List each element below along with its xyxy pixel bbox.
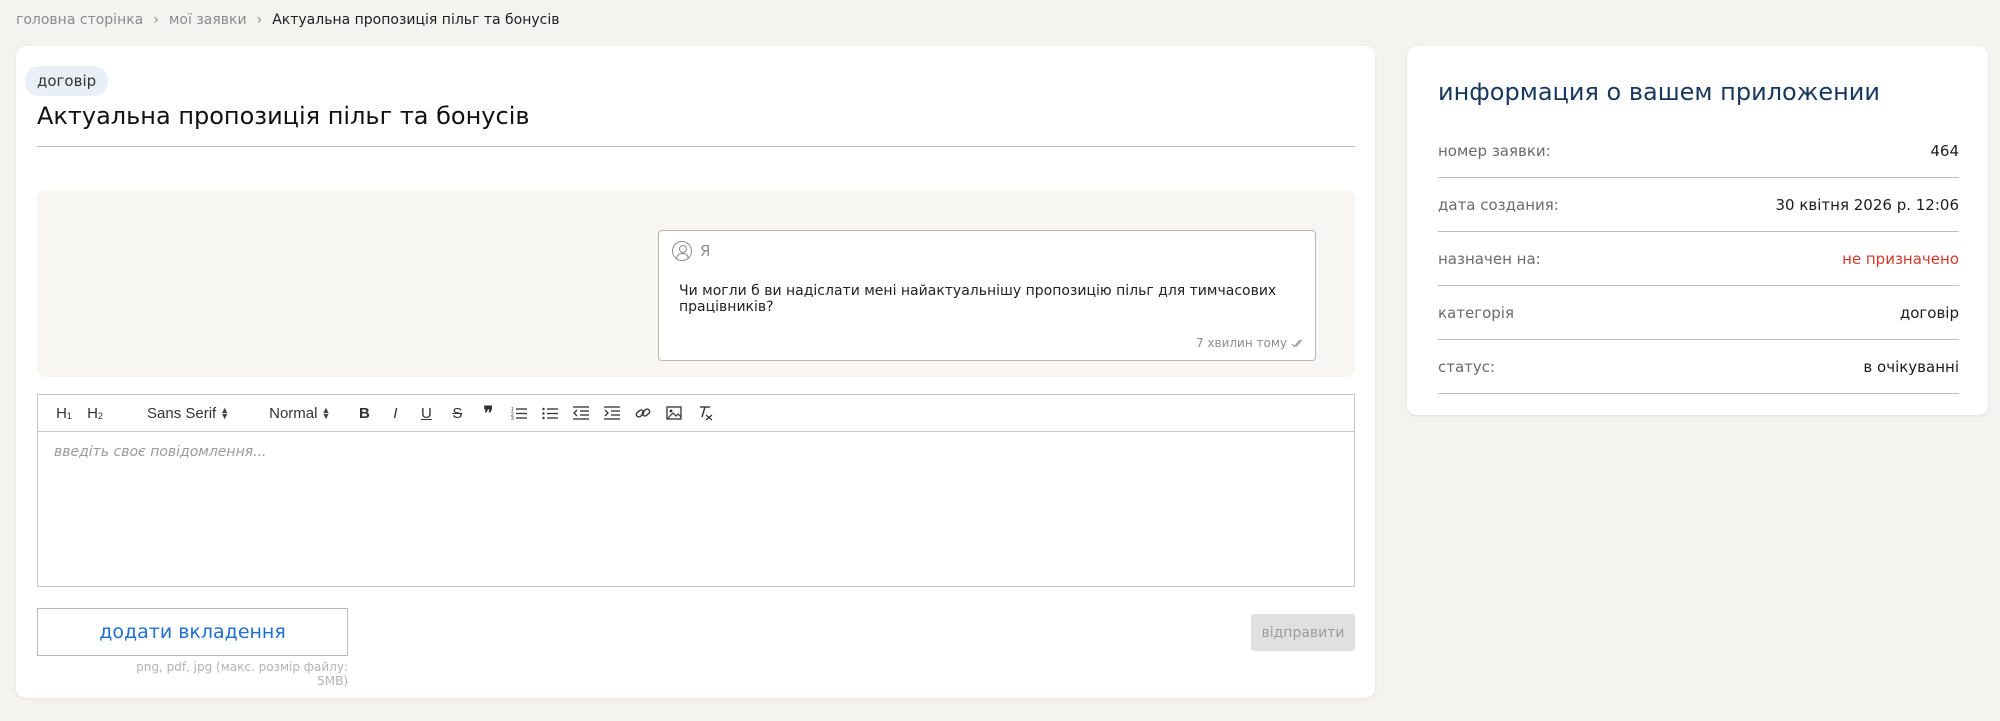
strikethrough-label: S — [452, 404, 463, 422]
outdent-icon — [573, 406, 590, 420]
underline-button[interactable]: U — [414, 401, 438, 425]
italic-label: I — [393, 404, 398, 422]
info-title: информация о вашем приложении — [1438, 78, 1880, 106]
message-text: Чи могли б ви надіслати мені найактуальн… — [679, 283, 1277, 315]
heading-1-sub: 1 — [66, 411, 72, 421]
message-thread: Я Чи могли б ви надіслати мені найактуал… — [37, 190, 1355, 377]
outdent-button[interactable] — [569, 401, 593, 425]
heading-1-label: H — [56, 404, 67, 422]
info-label: категорія — [1438, 303, 1514, 322]
message-author: Я — [700, 242, 711, 260]
message-time-label: 7 хвилин тому — [1195, 336, 1287, 350]
message-bubble: Я Чи могли б ви надіслати мені найактуал… — [658, 230, 1316, 361]
editor-toolbar: H1 H2 Sans Serif ▲ ▼ Normal ▲ ▼ B I U S ❞ … — [38, 395, 1354, 432]
info-value: в очікуванні — [1863, 357, 1959, 376]
info-row-number: номер заявки: 464 — [1438, 124, 1959, 178]
ordered-list-button[interactable]: 123 — [507, 401, 531, 425]
font-size-value: Normal — [269, 404, 318, 422]
info-row-assignee: назначен на: не призначено — [1438, 232, 1959, 286]
bullet-list-icon — [542, 407, 559, 420]
breadcrumb-home-link[interactable]: головна сторінка — [16, 12, 143, 28]
user-icon — [672, 241, 692, 261]
message-editor: H1 H2 Sans Serif ▲ ▼ Normal ▲ ▼ B I U S ❞ … — [37, 394, 1355, 587]
select-arrows-icon: ▲ ▼ — [220, 405, 230, 421]
image-icon — [666, 406, 683, 420]
info-label: назначен на: — [1438, 249, 1541, 268]
ordered-list-icon: 123 — [511, 407, 528, 420]
info-label: статус: — [1438, 357, 1496, 376]
heading-1-button[interactable]: H1 — [52, 401, 76, 425]
italic-button[interactable]: I — [383, 401, 407, 425]
breadcrumb-current: Актуальна пропозиція пільг та бонусів — [272, 12, 560, 28]
clear-format-icon — [700, 406, 713, 421]
heading-2-sub: 2 — [97, 411, 103, 421]
indent-button[interactable] — [600, 401, 624, 425]
info-value: 30 квітня 2026 р. 12:06 — [1775, 195, 1960, 214]
info-list: номер заявки: 464 дата создания: 30 квіт… — [1438, 124, 1959, 394]
blockquote-button[interactable]: ❞ — [476, 401, 500, 425]
category-tag: договір — [25, 66, 109, 96]
breadcrumb-my-requests-link[interactable]: мої заявки — [169, 12, 247, 28]
bold-label: B — [358, 404, 370, 422]
message-header: Я — [672, 241, 710, 261]
blockquote-icon: ❞ — [483, 402, 494, 423]
ticket-title: Актуальна пропозиція пільг та бонусів — [37, 102, 530, 130]
select-arrows-icon: ▲ ▼ — [321, 405, 331, 421]
info-row-created: дата создания: 30 квітня 2026 р. 12:06 — [1438, 178, 1959, 232]
info-value: договір — [1899, 303, 1959, 322]
attachment-hint: png, pdf, jpg (макс. розмір файлу: 5MB) — [136, 660, 348, 688]
font-family-value: Sans Serif — [147, 404, 217, 422]
font-size-select[interactable]: Normal ▲ ▼ — [269, 405, 330, 422]
info-row-category: категорія договір — [1438, 286, 1959, 340]
info-value: 464 — [1930, 141, 1959, 160]
message-timestamp: 7 хвилин тому — [1196, 336, 1305, 350]
bullet-list-button[interactable] — [538, 401, 562, 425]
info-value-unassigned: не призначено — [1842, 249, 1959, 268]
image-button[interactable] — [662, 401, 686, 425]
clear-format-button[interactable] — [693, 401, 717, 425]
svg-text:3: 3 — [511, 416, 514, 420]
info-row-status: статус: в очікуванні — [1438, 340, 1959, 394]
info-label: дата создания: — [1438, 195, 1559, 214]
indent-icon — [604, 406, 621, 420]
breadcrumb: головна сторінка › мої заявки › Актуальн… — [16, 12, 560, 28]
strikethrough-button[interactable]: S — [445, 401, 469, 425]
link-icon — [636, 408, 651, 418]
ticket-info-card: информация о вашем приложении номер заяв… — [1407, 46, 1988, 415]
heading-2-button[interactable]: H2 — [83, 401, 107, 425]
add-attachment-button[interactable]: додати вкладення — [37, 608, 348, 656]
breadcrumb-separator: › — [153, 12, 159, 28]
ticket-card: договір Актуальна пропозиція пільг та бо… — [16, 46, 1375, 698]
message-input[interactable]: введіть своє повідомлення... — [38, 432, 1354, 586]
double-check-icon — [1291, 339, 1303, 348]
send-button[interactable]: відправити — [1251, 614, 1355, 651]
underline-label: U — [420, 404, 432, 422]
title-divider — [37, 146, 1355, 147]
bold-button[interactable]: B — [352, 401, 376, 425]
font-family-select[interactable]: Sans Serif ▲ ▼ — [147, 405, 229, 422]
link-button[interactable] — [631, 401, 655, 425]
breadcrumb-separator: › — [256, 12, 263, 28]
info-label: номер заявки: — [1438, 141, 1551, 160]
heading-2-label: H — [87, 404, 98, 422]
